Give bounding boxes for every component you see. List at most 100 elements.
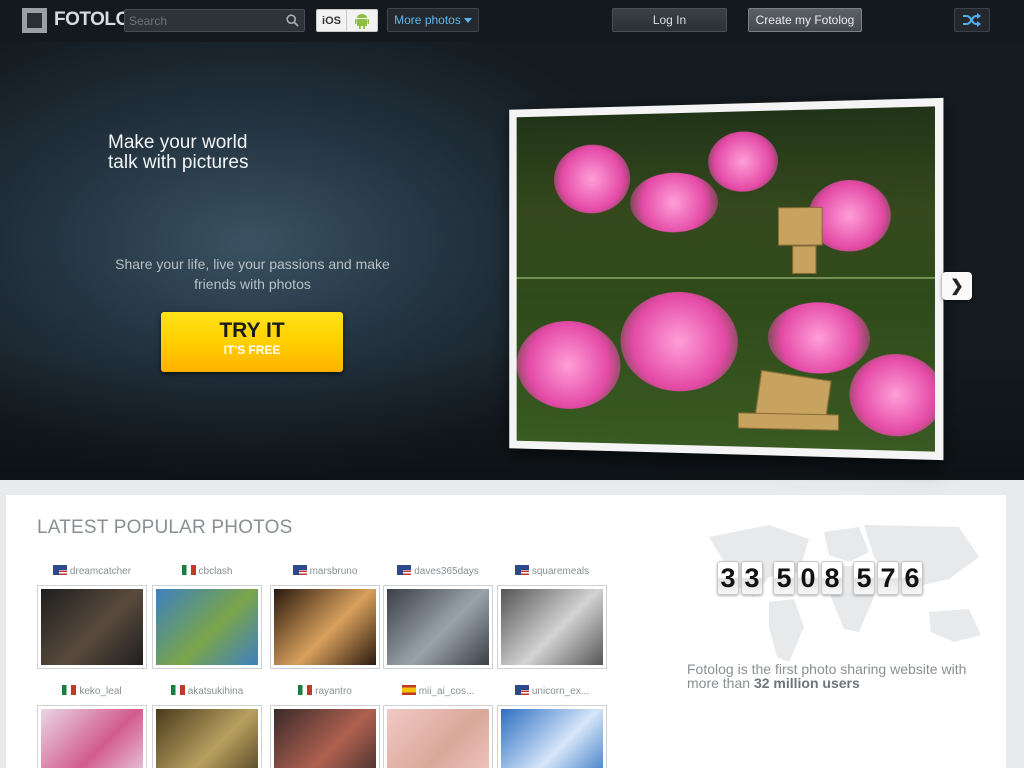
- photo-thumbnail[interactable]: [37, 585, 147, 669]
- photo-username-text: marsbruno: [310, 566, 358, 577]
- flag-mx-icon: [62, 685, 76, 695]
- photo-username[interactable]: rayantro: [270, 685, 380, 699]
- photo-username[interactable]: mii_ai_cos...: [383, 685, 493, 699]
- create-fotolog-button[interactable]: Create my Fotolog: [748, 8, 862, 32]
- hero-title: Make your world talk with pictures: [108, 133, 248, 173]
- android-icon: [355, 13, 369, 29]
- try-it-label: TRY IT: [161, 320, 343, 342]
- photo-thumbnail-image: [156, 709, 258, 768]
- photo-divider: [517, 277, 935, 279]
- photo-thumbnail[interactable]: [152, 585, 262, 669]
- photo-thumbnail-image: [274, 709, 376, 768]
- ios-app-button[interactable]: iOS: [316, 9, 347, 32]
- photo-thumbnail[interactable]: [270, 705, 380, 768]
- photo-thumbnail[interactable]: [37, 705, 147, 768]
- search-box: [124, 9, 305, 32]
- shuffle-icon: [962, 13, 982, 27]
- flag-us-icon: [515, 685, 529, 695]
- flag-mx-icon: [182, 565, 196, 575]
- photo-thumbnail[interactable]: [497, 585, 607, 669]
- flag-us-icon: [53, 565, 67, 575]
- photo-flower: [708, 131, 778, 193]
- photo-username-text: keko_leal: [79, 686, 121, 697]
- photo-username[interactable]: cbclash: [152, 565, 262, 579]
- photo-flower: [849, 353, 935, 437]
- content-panel: LATEST POPULAR PHOTOS dreamcatcher cbclas…: [6, 495, 1006, 768]
- more-photos-label: More photos: [394, 13, 461, 27]
- section-title: LATEST POPULAR PHOTOS: [37, 517, 293, 539]
- photo-flower: [517, 321, 621, 410]
- flag-us-icon: [515, 565, 529, 575]
- flag-us-icon: [293, 565, 307, 575]
- photo-username[interactable]: marsbruno: [270, 565, 380, 579]
- photo-thumbnail[interactable]: [497, 705, 607, 768]
- flag-es-icon: [402, 685, 416, 695]
- photo-flower: [554, 144, 630, 214]
- photo-thumbnail[interactable]: [152, 705, 262, 768]
- flag-mx-icon: [171, 685, 185, 695]
- top-bar: FOTOLOG iOS More photos Log In Create m: [0, 0, 1024, 42]
- photo-username[interactable]: squaremeals: [497, 565, 607, 579]
- search-icon[interactable]: [286, 14, 299, 27]
- photo-username-text: mii_ai_cos...: [419, 686, 475, 697]
- photo-thumbnail[interactable]: [383, 585, 493, 669]
- counter-digit: 6: [901, 561, 923, 595]
- photo-thumbnail[interactable]: [270, 585, 380, 669]
- photo-username[interactable]: daves365days: [383, 565, 493, 579]
- photo-username[interactable]: dreamcatcher: [37, 565, 147, 579]
- flag-us-icon: [397, 565, 411, 575]
- photo-username-text: daves365days: [414, 566, 479, 577]
- photo-username-text: squaremeals: [532, 566, 589, 577]
- counter-digit: 5: [853, 561, 875, 595]
- photo-username[interactable]: keko_leal: [37, 685, 147, 699]
- login-button[interactable]: Log In: [612, 8, 727, 32]
- photo-thumbnail-image: [501, 709, 603, 768]
- tagline-highlight: 32 million users: [754, 675, 860, 691]
- stats-tagline: Fotolog is the first photo sharing websi…: [687, 662, 967, 690]
- photo-thumbnail-image: [501, 589, 603, 665]
- next-arrow-button[interactable]: ❯: [942, 272, 972, 300]
- user-counter: 3333508508576576: [717, 561, 925, 595]
- counter-digit: 0: [797, 561, 819, 595]
- shuffle-button[interactable]: [954, 8, 990, 32]
- chevron-down-icon: [464, 18, 472, 23]
- photo-box-figure: [778, 207, 823, 246]
- featured-photo: [517, 106, 935, 451]
- android-app-button[interactable]: [347, 9, 378, 32]
- photo-username-text: dreamcatcher: [70, 566, 131, 577]
- photo-username-text: cbclash: [199, 566, 233, 577]
- counter-separator: [845, 561, 853, 595]
- photo-flower: [621, 292, 738, 393]
- photo-thumbnail-image: [41, 709, 143, 768]
- its-free-label: IT'S FREE: [161, 342, 343, 358]
- photo-thumbnail-image: [41, 589, 143, 665]
- photo-box-figure: [792, 245, 816, 273]
- photo-username-text: unicorn_ex...: [532, 686, 589, 697]
- more-photos-dropdown[interactable]: More photos: [387, 8, 479, 32]
- photo-box-figure: [738, 412, 839, 430]
- photo-thumbnail-image: [156, 589, 258, 665]
- photo-username[interactable]: akatsukihina: [152, 685, 262, 699]
- hero-subtitle: Share your life, live your passions and …: [100, 254, 405, 294]
- app-store-buttons: iOS: [316, 9, 378, 32]
- counter-digit: 5: [773, 561, 795, 595]
- ios-label: iOS: [322, 15, 341, 27]
- photo-username-text: akatsukihina: [188, 686, 244, 697]
- photo-flower: [630, 172, 718, 233]
- photo-thumbnail-image: [274, 589, 376, 665]
- hero-banner: Make your world talk with pictures Share…: [0, 42, 1024, 480]
- try-it-button[interactable]: TRY IT IT'S FREE: [161, 312, 343, 372]
- photo-thumbnail-image: [387, 589, 489, 665]
- photo-username-text: rayantro: [315, 686, 352, 697]
- counter-separator: [765, 561, 773, 595]
- photo-thumbnail[interactable]: [383, 705, 493, 768]
- search-input[interactable]: [129, 12, 279, 29]
- counter-digit: 7: [877, 561, 899, 595]
- flag-mx-icon: [298, 685, 312, 695]
- photo-username[interactable]: unicorn_ex...: [497, 685, 607, 699]
- photo-thumbnail-image: [387, 709, 489, 768]
- counter-digit: 8: [821, 561, 843, 595]
- featured-photo-frame[interactable]: [509, 98, 943, 460]
- counter-digit: 3: [717, 561, 739, 595]
- counter-digit: 3: [741, 561, 763, 595]
